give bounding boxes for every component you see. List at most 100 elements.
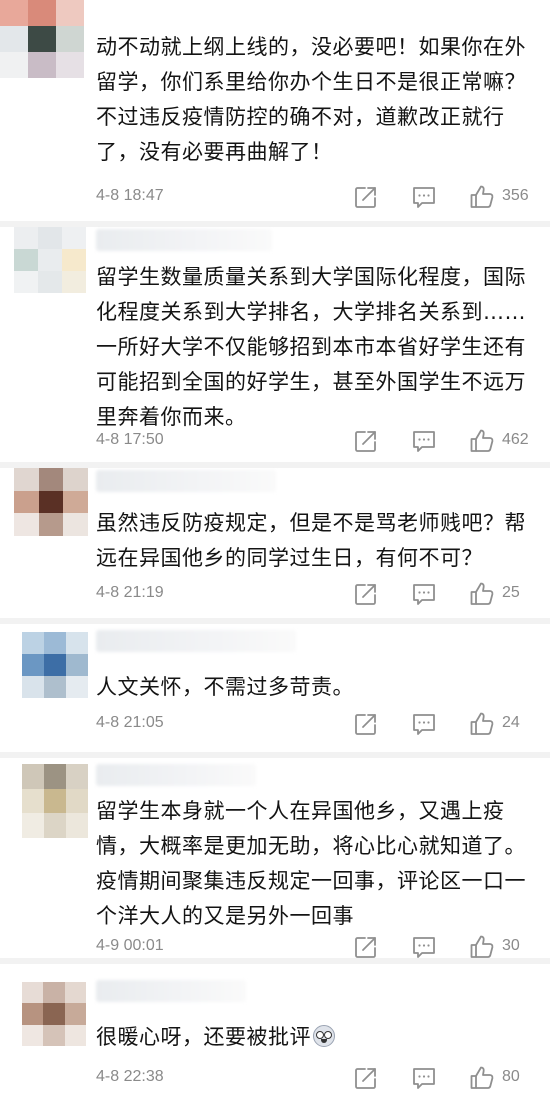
avatar-pixel [56,52,84,78]
share-icon[interactable] [352,933,380,961]
thumbs-up-icon[interactable] [468,1064,496,1092]
share-icon[interactable] [352,580,380,608]
comment-icon[interactable] [410,183,438,211]
comment-icon[interactable] [410,427,438,455]
avatar-pixel [43,1003,65,1025]
username-blurred[interactable] [96,764,256,786]
avatar-pixel [38,227,62,249]
avatar-pixel [56,0,84,26]
avatar-pixel [22,788,44,814]
comment-time: 4-9 00:01 [96,937,164,954]
comment-meta: 4-8 21:19 25 [96,580,536,610]
avatar[interactable] [22,982,86,1046]
avatar-pixel [62,271,86,293]
avatar-pixel [66,654,88,676]
avatar-pixel [14,490,39,514]
divider [0,618,550,624]
thumbs-up-icon[interactable] [468,427,496,455]
avatar-pixel [14,249,38,271]
avatar-pixel [14,227,38,249]
avatar-pixel [0,52,28,78]
avatar-pixel [22,764,44,789]
comment-text: 动不动就上纲上线的，没必要吧！如果你在外留学，你们系里给你办个生日不是很正常嘛？… [96,35,526,164]
comment-icon[interactable] [410,580,438,608]
thumbs-up-icon[interactable] [468,933,496,961]
comment-meta: 4-8 17:50 462 [96,427,536,457]
avatar-pixel [38,513,64,536]
share-icon[interactable] [352,427,380,455]
comment-meta: 4-8 22:38 80 [96,1064,536,1094]
divider [0,752,550,758]
username-blurred[interactable] [96,630,296,652]
avatar-pixel [22,813,44,838]
avatar-pixel [22,654,44,676]
avatar-pixel [62,249,86,271]
comment-time: 4-8 18:47 [96,187,164,204]
avatar-pixel [0,26,28,52]
avatar[interactable] [22,764,88,838]
avatar-pixel [63,490,88,514]
thumbs-up-icon[interactable] [468,183,496,211]
avatar-pixel [44,764,66,789]
avatar-pixel [28,0,56,26]
avatar[interactable] [14,468,88,536]
username-blurred[interactable] [96,229,272,251]
avatar-pixel [56,26,84,52]
share-icon[interactable] [352,1064,380,1092]
avatar-pixel [22,632,44,654]
comment-time: 4-8 21:19 [96,584,164,601]
avatar-pixel [38,490,64,514]
thumbs-up-icon[interactable] [468,580,496,608]
avatar-pixel [66,788,88,814]
avatar-pixel [14,513,39,536]
avatar-pixel [22,1024,44,1046]
thumbs-up-icon[interactable] [468,710,496,738]
avatar-pixel [43,982,65,1004]
avatar-pixel [44,813,66,838]
like-count: 25 [502,584,520,601]
comment-text-content: 很暖心呀，还要被批评 [96,1025,311,1049]
avatar-pixel [22,1003,44,1025]
scared-face-emoji-icon [313,1025,335,1047]
comment-meta: 4-8 21:05 24 [96,710,536,740]
avatar-pixel [64,982,86,1004]
divider [0,958,550,964]
comment-meta: 4-8 18:47 356 [96,183,536,213]
like-count: 356 [502,187,529,204]
avatar-pixel [63,513,88,536]
avatar[interactable] [22,632,88,698]
avatar[interactable] [14,227,86,293]
like-count: 462 [502,431,529,448]
avatar-pixel [66,676,88,698]
share-icon[interactable] [352,710,380,738]
avatar-pixel [44,654,66,676]
avatar[interactable] [0,0,84,78]
comment-icon[interactable] [410,1064,438,1092]
like-count: 80 [502,1068,520,1085]
username-blurred[interactable] [96,980,246,1002]
avatar-pixel [44,632,66,654]
like-count: 30 [502,937,520,954]
avatar-pixel [63,468,88,491]
avatar-pixel [38,249,62,271]
avatar-pixel [28,26,56,52]
avatar-pixel [43,1024,65,1046]
comment-time: 4-8 22:38 [96,1068,164,1085]
avatar-pixel [38,271,62,293]
avatar-pixel [66,632,88,654]
avatar-pixel [66,764,88,789]
comment-text: 留学生数量质量关系到大学国际化程度，国际化程度关系到大学排名，大学排名关系到……… [96,265,526,429]
comment-time: 4-8 21:05 [96,714,164,731]
username-blurred[interactable] [96,470,276,492]
avatar-pixel [22,982,44,1004]
comment-text: 很暖心呀，还要被批评 [96,1020,536,1055]
share-icon[interactable] [352,183,380,211]
avatar-pixel [14,468,39,491]
avatar-pixel [38,468,64,491]
comment-time: 4-8 17:50 [96,431,164,448]
comment-icon[interactable] [410,933,438,961]
avatar-pixel [64,1024,86,1046]
avatar-pixel [64,1003,86,1025]
comment-icon[interactable] [410,710,438,738]
avatar-pixel [44,788,66,814]
